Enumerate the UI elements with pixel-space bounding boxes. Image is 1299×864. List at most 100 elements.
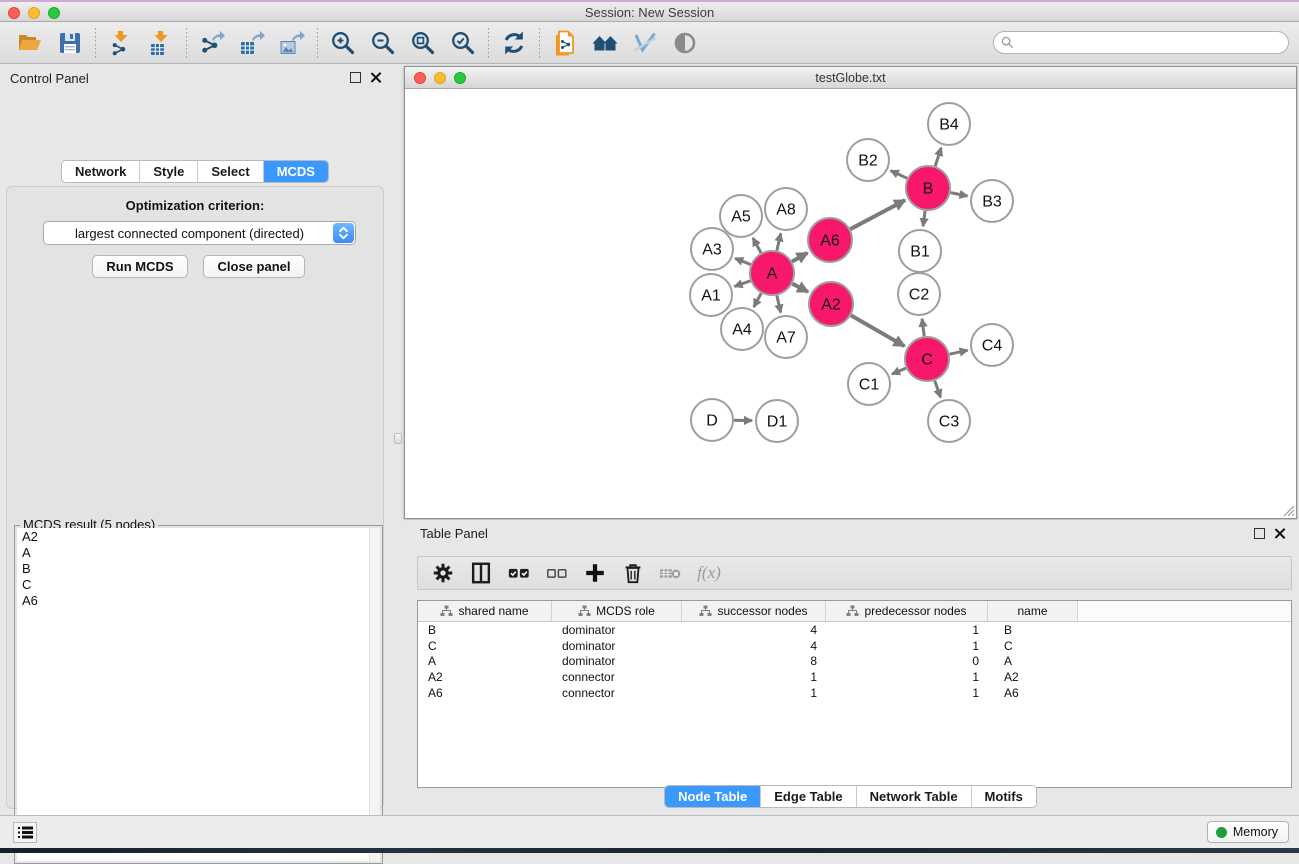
home-view-icon[interactable] xyxy=(585,26,625,60)
graph-edge-A-A1[interactable] xyxy=(735,281,751,287)
zoom-fit-icon[interactable] xyxy=(403,26,443,60)
zoom-out-icon[interactable] xyxy=(363,26,403,60)
open-file-icon[interactable] xyxy=(10,26,50,60)
network-from-file-icon[interactable] xyxy=(545,26,585,60)
criterion-dropdown[interactable]: largest connected component (directed) xyxy=(43,221,356,245)
refresh-view-icon[interactable] xyxy=(494,26,534,60)
graph-node-B2[interactable]: B2 xyxy=(847,139,889,181)
graph-edge-B-B2[interactable] xyxy=(891,171,908,179)
tab-network[interactable]: Network xyxy=(62,161,139,182)
network-graph[interactable]: B4 B2 B B3 A8A5 A6 A3 B1 A C2 A1 A2 A4A7 C4 C C1 D C3 D1 xyxy=(405,90,1296,518)
graph-edge-A2-C[interactable] xyxy=(851,315,904,346)
graph-node-A8[interactable]: A8 xyxy=(765,188,807,230)
graph-node-C[interactable]: C xyxy=(905,337,949,381)
table-row[interactable]: A2connector11A2 xyxy=(418,669,1291,685)
column-header-shared-name[interactable]: shared name xyxy=(418,601,552,621)
graph-node-A6[interactable]: A6 xyxy=(808,218,852,262)
table-settings-icon[interactable] xyxy=(426,559,460,587)
graph-edge-A6-B[interactable] xyxy=(850,200,905,229)
show-hide-panel-icon[interactable] xyxy=(665,26,705,60)
save-session-icon[interactable] xyxy=(50,26,90,60)
graph-node-D1[interactable]: D1 xyxy=(756,400,798,442)
graph-node-A2[interactable]: A2 xyxy=(809,282,853,326)
delete-columns-icon[interactable] xyxy=(616,559,650,587)
graph-node-B3[interactable]: B3 xyxy=(971,180,1013,222)
tab-node-table[interactable]: Node Table xyxy=(665,786,760,807)
mcds-result-list[interactable]: A2ABCA6 xyxy=(17,528,380,861)
toggle-graphics-details-icon[interactable] xyxy=(625,26,665,60)
float-panel-icon[interactable] xyxy=(350,72,361,83)
unselect-all-rows-icon[interactable] xyxy=(540,559,574,587)
show-columns-icon[interactable] xyxy=(464,559,498,587)
graph-node-A4[interactable]: A4 xyxy=(721,308,763,350)
column-header-predecessor-nodes[interactable]: predecessor nodes xyxy=(826,601,988,621)
node-table[interactable]: shared nameMCDS rolesuccessor nodesprede… xyxy=(417,600,1292,788)
zoom-in-icon[interactable] xyxy=(323,26,363,60)
tab-network-table[interactable]: Network Table xyxy=(856,786,971,807)
float-table-panel-icon[interactable] xyxy=(1254,528,1265,539)
graph-node-C2[interactable]: C2 xyxy=(898,273,940,315)
memory-button[interactable]: Memory xyxy=(1207,821,1289,843)
graph-edge-C-C2[interactable] xyxy=(922,319,924,336)
graph-edge-A-A3[interactable] xyxy=(735,258,750,264)
graph-node-C1[interactable]: C1 xyxy=(848,363,890,405)
graph-edge-B-B3[interactable] xyxy=(951,193,968,196)
column-header-mcds-role[interactable]: MCDS role xyxy=(552,601,682,621)
import-network-icon[interactable] xyxy=(101,26,141,60)
graph-edge-A-A7[interactable] xyxy=(777,296,781,313)
graph-node-A5[interactable]: A5 xyxy=(720,195,762,237)
table-row[interactable]: Bdominator41B xyxy=(418,622,1291,638)
graph-node-A7[interactable]: A7 xyxy=(765,316,807,358)
select-all-rows-icon[interactable] xyxy=(502,559,536,587)
window-resize-grip[interactable] xyxy=(1282,504,1295,517)
table-row[interactable]: A6connector11A6 xyxy=(418,685,1291,701)
graph-edge-C-C1[interactable] xyxy=(892,368,906,374)
graph-edge-A-A4[interactable] xyxy=(754,293,761,307)
graph-edge-B-B4[interactable] xyxy=(935,148,941,166)
export-network-icon[interactable] xyxy=(192,26,232,60)
table-row[interactable]: Cdominator41C xyxy=(418,638,1291,654)
search-input[interactable] xyxy=(1014,34,1288,52)
graph-edge-A-A2[interactable] xyxy=(792,284,808,292)
zoom-selected-icon[interactable] xyxy=(443,26,483,60)
graph-node-C4[interactable]: C4 xyxy=(971,324,1013,366)
tab-mcds[interactable]: MCDS xyxy=(263,161,328,182)
close-table-panel-icon[interactable] xyxy=(1274,527,1286,539)
tab-select[interactable]: Select xyxy=(197,161,262,182)
result-list-item[interactable]: A6 xyxy=(17,592,380,608)
task-history-button[interactable] xyxy=(13,822,37,843)
graph-edge-A-A8[interactable] xyxy=(777,233,781,250)
graph-node-C3[interactable]: C3 xyxy=(928,400,970,442)
column-header-successor-nodes[interactable]: successor nodes xyxy=(682,601,826,621)
vertical-splitter-handle[interactable] xyxy=(394,433,402,444)
export-table-icon[interactable] xyxy=(232,26,272,60)
result-list-item[interactable]: A xyxy=(17,544,380,560)
tab-style[interactable]: Style xyxy=(139,161,197,182)
graph-node-B[interactable]: B xyxy=(906,166,950,210)
network-canvas[interactable]: B4 B2 B B3 A8A5 A6 A3 B1 A C2 A1 A2 A4A7 C4 C C1 D C3 D1 xyxy=(405,90,1296,518)
result-list-item[interactable]: B xyxy=(17,560,380,576)
graph-node-B4[interactable]: B4 xyxy=(928,103,970,145)
result-list-scrollbar[interactable] xyxy=(369,528,380,861)
export-image-icon[interactable] xyxy=(272,26,312,60)
import-table-icon[interactable] xyxy=(141,26,181,60)
graph-edge-A-A6[interactable] xyxy=(792,253,807,262)
tab-edge-table[interactable]: Edge Table xyxy=(760,786,855,807)
result-list-item[interactable]: A2 xyxy=(17,528,380,544)
close-panel-button[interactable]: Close panel xyxy=(203,255,305,278)
graph-node-D[interactable]: D xyxy=(691,399,733,441)
column-header-name[interactable]: name xyxy=(988,601,1078,621)
graph-edge-C-C4[interactable] xyxy=(950,350,968,354)
graph-edge-B-B1[interactable] xyxy=(923,211,925,226)
graph-node-A1[interactable]: A1 xyxy=(690,274,732,316)
graph-edge-C-C3[interactable] xyxy=(935,381,941,398)
result-list-item[interactable]: C xyxy=(17,576,380,592)
tab-motifs[interactable]: Motifs xyxy=(971,786,1036,807)
add-column-icon[interactable] xyxy=(578,559,612,587)
graph-node-A[interactable]: A xyxy=(750,251,794,295)
graph-node-A3[interactable]: A3 xyxy=(691,228,733,270)
graph-edge-A-A5[interactable] xyxy=(753,238,761,253)
graph-node-B1[interactable]: B1 xyxy=(899,230,941,272)
run-mcds-button[interactable]: Run MCDS xyxy=(92,255,188,278)
close-panel-icon[interactable] xyxy=(370,71,382,83)
